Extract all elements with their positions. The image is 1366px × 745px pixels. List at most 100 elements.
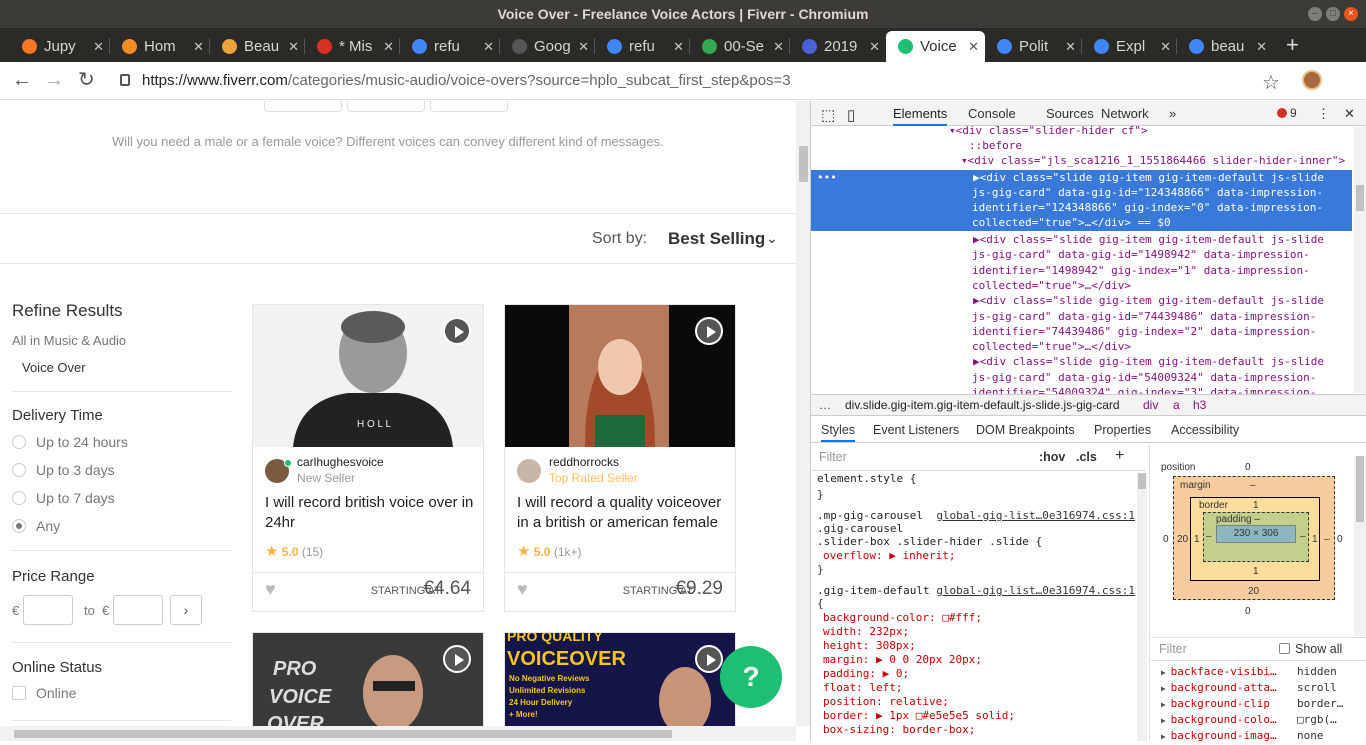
close-tab-icon[interactable]: ✕ bbox=[968, 31, 979, 62]
css-source-link[interactable]: global-gig-list…0e316974.css:1 bbox=[935, 584, 1135, 598]
dom-line[interactable]: ▶<div class="slide gig-item gig-item-def… bbox=[973, 232, 1366, 247]
subcategory-voice-over[interactable]: Voice Over bbox=[22, 360, 86, 375]
gig-thumbnail[interactable]: H O L L bbox=[253, 305, 483, 447]
browser-tab[interactable]: Expl ✕ bbox=[1082, 31, 1177, 62]
css-line[interactable]: } bbox=[817, 488, 1142, 502]
play-icon[interactable] bbox=[443, 645, 471, 673]
css-line[interactable]: width: 232px; bbox=[823, 625, 1148, 639]
computed-filter-input[interactable]: Filter bbox=[1159, 642, 1187, 656]
page-scrollbar-thumb[interactable] bbox=[799, 146, 808, 182]
close-tab-icon[interactable]: ✕ bbox=[383, 31, 394, 62]
css-line[interactable]: { bbox=[817, 597, 1142, 611]
dom-selected-node[interactable]: ••• ▶<div class="slide gig-item gig-item… bbox=[811, 170, 1352, 231]
reload-icon[interactable]: ↻ bbox=[78, 70, 95, 90]
bookmark-star-icon[interactable]: ☆ bbox=[1262, 70, 1280, 95]
css-line[interactable]: element.style { bbox=[817, 472, 1142, 486]
gig-title[interactable]: I will record a quality voiceover in a b… bbox=[517, 493, 727, 533]
new-tab-button[interactable]: + bbox=[1286, 32, 1299, 58]
browser-tab[interactable]: Hom ✕ bbox=[110, 31, 210, 62]
breadcrumb-item[interactable]: a bbox=[1173, 395, 1180, 415]
price-max-input[interactable] bbox=[113, 595, 163, 625]
gig-thumbnail[interactable] bbox=[505, 305, 735, 447]
dom-scrollbar[interactable] bbox=[1354, 127, 1366, 393]
browser-tab[interactable]: beau ✕ bbox=[1177, 31, 1273, 62]
css-line[interactable]: .slider-box .slider-hider .slide { bbox=[817, 535, 1142, 549]
show-all-checkbox[interactable] bbox=[1279, 643, 1290, 654]
close-tab-icon[interactable]: ✕ bbox=[1065, 31, 1076, 62]
dom-line[interactable]: js-gig-card" data-gig-id="54009324" data… bbox=[972, 370, 1366, 385]
dom-line[interactable]: ▶<div class="slide gig-item gig-item-def… bbox=[973, 354, 1366, 369]
browser-tab[interactable]: Polit ✕ bbox=[985, 31, 1082, 62]
error-count[interactable]: 9 bbox=[1277, 106, 1297, 120]
dom-line[interactable]: ▶<div class="slide gig-item gig-item-def… bbox=[973, 293, 1366, 308]
close-window-button[interactable]: × bbox=[1344, 7, 1358, 21]
close-tab-icon[interactable]: ✕ bbox=[773, 31, 784, 62]
tab-network[interactable]: Network bbox=[1101, 106, 1149, 121]
more-tabs-icon[interactable]: » bbox=[1169, 106, 1176, 121]
tab-elements[interactable]: Elements bbox=[893, 106, 948, 126]
css-line[interactable]: padding: ▶ 0; bbox=[823, 667, 1148, 681]
css-line[interactable]: overflow: ▶ inherit; bbox=[823, 549, 1148, 563]
filter-pill[interactable] bbox=[347, 101, 425, 112]
css-source-link[interactable]: global-gig-list…0e316974.css:1 bbox=[935, 509, 1135, 523]
tab-dom-breakpoints[interactable]: DOM Breakpoints bbox=[976, 423, 1075, 437]
seller-name[interactable]: carlhughesvoice bbox=[297, 455, 384, 469]
tab-accessibility[interactable]: Accessibility bbox=[1171, 423, 1239, 437]
heart-icon[interactable]: ♥ bbox=[517, 579, 528, 600]
dom-line[interactable]: collected="true">…</div> bbox=[972, 339, 1366, 354]
sort-dropdown[interactable]: Best Selling bbox=[668, 229, 765, 249]
devtools-menu-icon[interactable]: ⋮ bbox=[1317, 106, 1330, 122]
radio-7-days[interactable] bbox=[12, 491, 26, 505]
gig-price[interactable]: €4.64 bbox=[423, 578, 471, 600]
expand-icon[interactable]: ▶ bbox=[1161, 732, 1171, 741]
close-tab-icon[interactable]: ✕ bbox=[93, 31, 104, 62]
gig-thumbnail[interactable]: PRO VOICE OVER bbox=[253, 633, 483, 726]
browser-tab[interactable]: Jupy ✕ bbox=[10, 31, 110, 62]
browser-tab[interactable]: 2019 ✕ bbox=[790, 31, 886, 62]
chevron-down-icon[interactable]: ⌄ bbox=[766, 230, 778, 247]
browser-tab[interactable]: refu ✕ bbox=[595, 31, 690, 62]
breadcrumb-item[interactable]: div bbox=[1143, 395, 1158, 415]
css-line[interactable]: } bbox=[817, 563, 1142, 577]
breadcrumb-item[interactable]: div.slide.gig-item.gig-item-default.js-s… bbox=[845, 395, 1120, 415]
inspect-icon[interactable]: ⬚ bbox=[821, 106, 835, 124]
css-line[interactable]: box-sizing: border-box; bbox=[823, 723, 1148, 737]
browser-tab[interactable]: refu ✕ bbox=[400, 31, 500, 62]
styles-scrollbar[interactable] bbox=[1137, 473, 1147, 741]
close-tab-icon[interactable]: ✕ bbox=[869, 31, 880, 62]
dom-line[interactable]: collected="true">…</div> bbox=[972, 278, 1366, 293]
expand-icon[interactable]: ▶ bbox=[1161, 684, 1171, 693]
play-icon[interactable] bbox=[443, 317, 471, 345]
profile-avatar[interactable] bbox=[1302, 70, 1322, 90]
close-tab-icon[interactable]: ✕ bbox=[578, 31, 589, 62]
gig-price[interactable]: €9.29 bbox=[675, 578, 723, 600]
cls-toggle[interactable]: .cls bbox=[1076, 450, 1097, 464]
dom-line[interactable]: identifier="74439486" gig-index="2" data… bbox=[972, 324, 1366, 339]
css-line[interactable]: position: relative; bbox=[823, 695, 1148, 709]
close-tab-icon[interactable]: ✕ bbox=[1160, 31, 1171, 62]
heart-icon[interactable]: ♥ bbox=[265, 579, 276, 600]
tab-event-listeners[interactable]: Event Listeners bbox=[873, 423, 959, 437]
css-line[interactable]: background-color: □#fff; bbox=[823, 611, 1148, 625]
price-apply-button[interactable]: › bbox=[170, 595, 202, 625]
gig-card[interactable]: reddhorrocks Top Rated Seller I will rec… bbox=[504, 304, 736, 612]
minimize-button[interactable]: – bbox=[1308, 7, 1322, 21]
address-bar[interactable]: https://www.fiverr.com/categories/music-… bbox=[142, 72, 791, 89]
forward-icon[interactable]: → bbox=[44, 70, 64, 90]
browser-tab[interactable]: Goog ✕ bbox=[500, 31, 595, 62]
seller-name[interactable]: reddhorrocks bbox=[549, 455, 619, 469]
dom-line[interactable]: js-gig-card" data-gig-id="74439486" data… bbox=[972, 309, 1366, 324]
css-line[interactable]: .gig-carousel bbox=[817, 522, 1142, 536]
computed-row[interactable]: ▶ background-clip border… bbox=[1161, 696, 1361, 713]
gig-thumbnail[interactable]: PRO QUALITY VOICEOVER No Negative Review… bbox=[505, 633, 735, 726]
radio-3-days[interactable] bbox=[12, 463, 26, 477]
devtools-close-icon[interactable]: ✕ bbox=[1344, 106, 1355, 122]
expand-icon[interactable]: ▶ bbox=[1161, 668, 1171, 677]
back-icon[interactable]: ← bbox=[12, 70, 32, 90]
computed-row[interactable]: ▶ background-colo… □rgb(… bbox=[1161, 712, 1361, 729]
css-line[interactable]: float: left; bbox=[823, 681, 1148, 695]
css-line[interactable]: margin: ▶ 0 0 20px 20px; bbox=[823, 653, 1148, 667]
styles-filter-input[interactable]: Filter bbox=[819, 450, 847, 464]
dom-line[interactable]: identifier="1498942" gig-index="1" data-… bbox=[972, 263, 1366, 278]
online-checkbox[interactable] bbox=[12, 686, 26, 700]
